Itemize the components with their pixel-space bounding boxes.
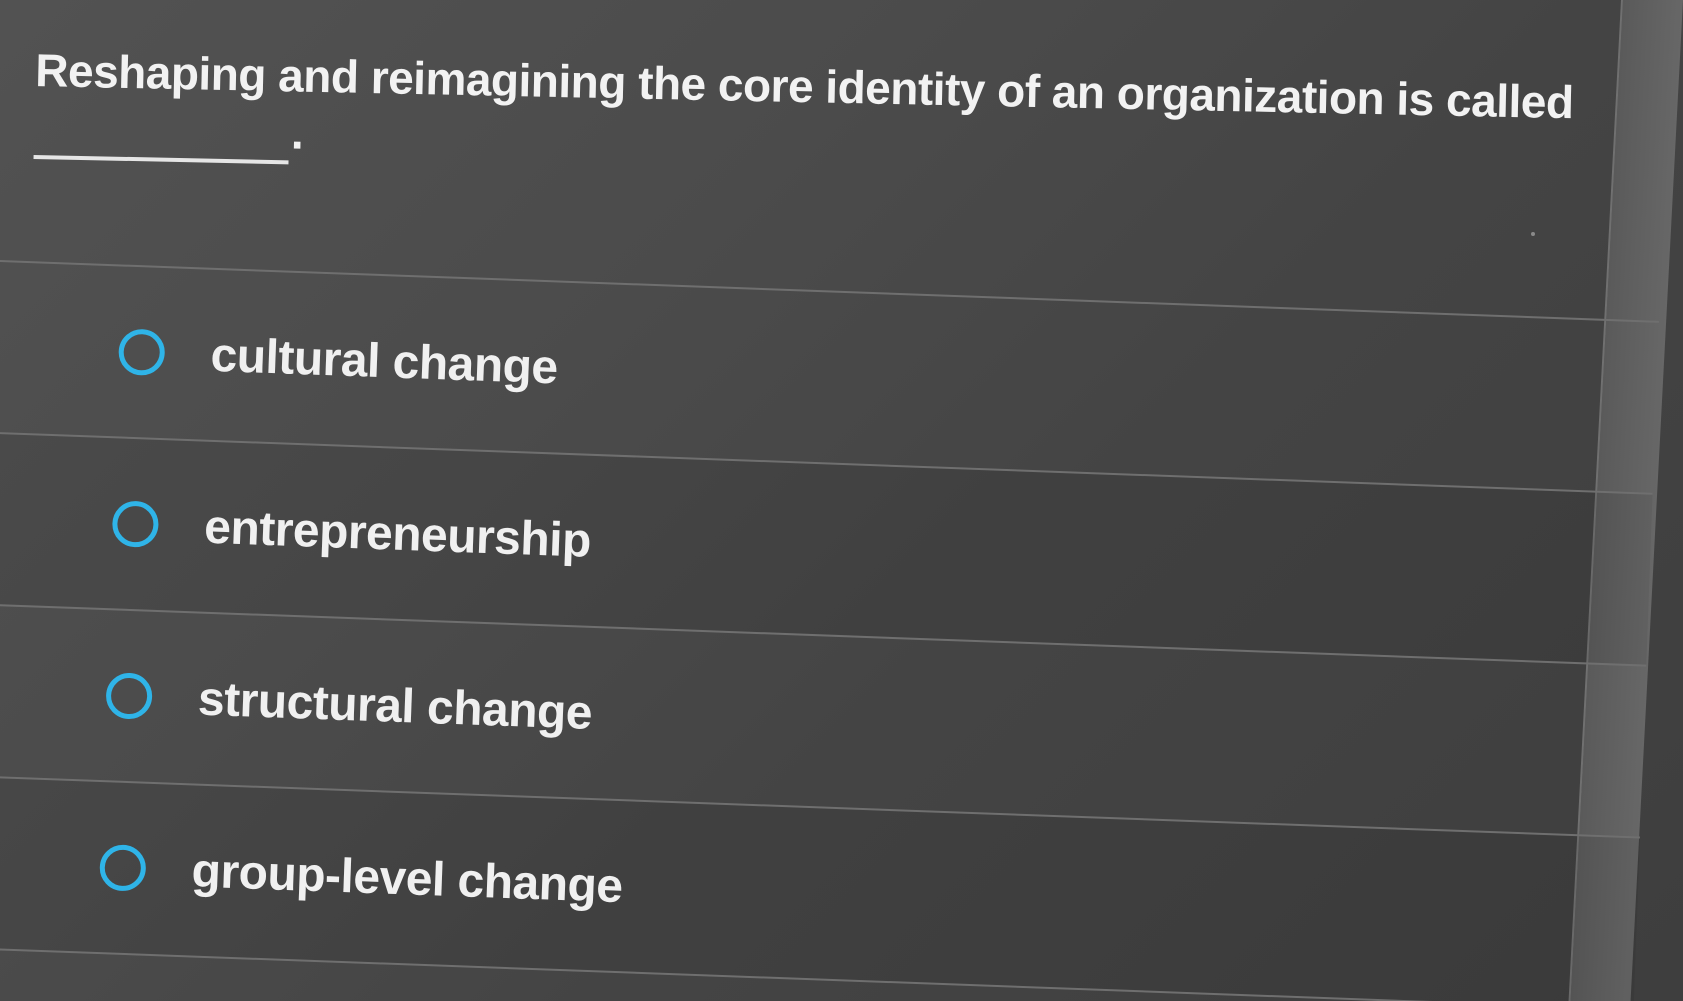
answer-options: cultural change entrepreneurship structu… (0, 260, 1659, 1001)
radio-button[interactable] (117, 328, 166, 377)
radio-button[interactable] (98, 844, 147, 892)
option-label: entrepreneurship (203, 500, 592, 568)
quiz-screen: Reshaping and reimagining the core ident… (0, 0, 1683, 1001)
question-block: Reshaping and reimagining the core ident… (32, 40, 1596, 273)
radio-button[interactable] (111, 500, 160, 548)
option-label: structural change (197, 672, 594, 740)
option-label: group-level change (190, 843, 624, 913)
question-period: . (290, 106, 305, 159)
blank-line (33, 154, 289, 165)
option-label: cultural change (209, 328, 559, 394)
radio-button[interactable] (105, 672, 153, 720)
